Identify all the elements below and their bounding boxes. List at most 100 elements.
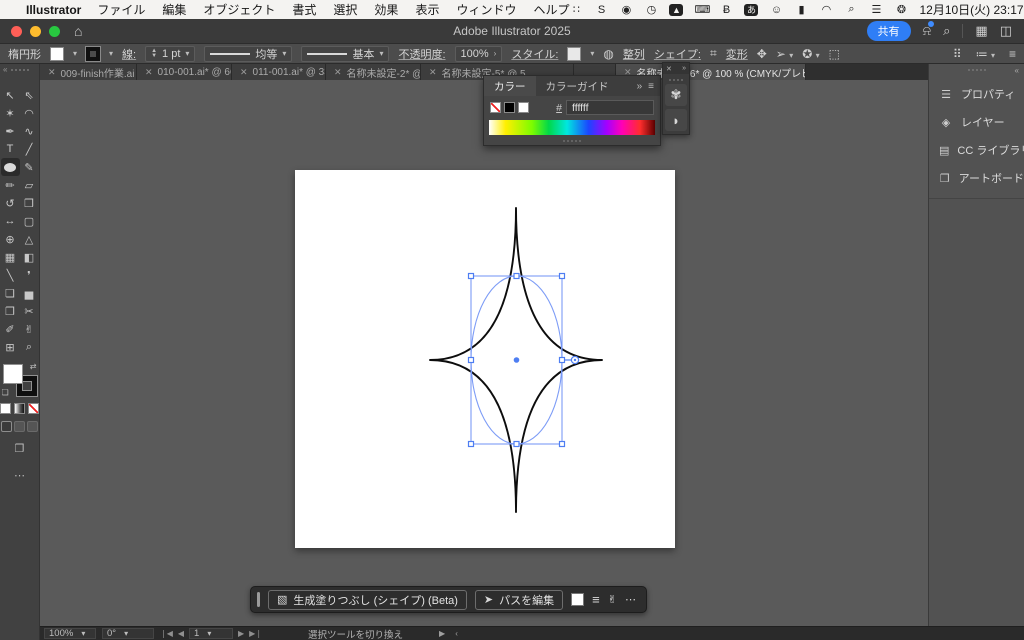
draw-normal-mode[interactable]: [1, 421, 12, 432]
taskbar-hand-icon[interactable]: ✌: [608, 593, 617, 606]
color-spectrum-bar[interactable]: [489, 120, 655, 135]
clock-app-icon[interactable]: ◷: [644, 3, 658, 16]
eyedropper-tool[interactable]: ❜: [20, 266, 39, 284]
constrain-proportions-icon[interactable]: ✥: [757, 47, 767, 61]
toolbar-grip[interactable]: [10, 69, 29, 71]
workspace-icon[interactable]: ▦: [975, 23, 987, 39]
dock-close-icon[interactable]: ✕: [666, 65, 672, 73]
selection-tool[interactable]: ↖: [1, 86, 20, 104]
cc-libraries-panel-button[interactable]: ▤ CC ライブラリ: [929, 136, 1024, 164]
properties-panel-button[interactable]: ☰ プロパティ: [929, 80, 1024, 108]
account-icon[interactable]: ☺: [769, 4, 783, 16]
hex-input[interactable]: ffffff: [566, 100, 654, 115]
eraser-tool[interactable]: ▱: [20, 176, 39, 194]
collapse-toolbar-icon[interactable]: «: [3, 65, 7, 74]
draw-behind-mode[interactable]: [14, 421, 25, 432]
fill-chevron-icon[interactable]: ▾: [73, 49, 77, 58]
free-transform-tool[interactable]: ▢: [20, 212, 39, 230]
control-center-icon[interactable]: ☰: [869, 3, 883, 16]
stroke-color-swatch[interactable]: [85, 45, 102, 62]
panel-toggle-icon[interactable]: ◫: [1000, 23, 1012, 39]
taskbar-drag-handle[interactable]: [257, 592, 260, 607]
panel-menu-icon[interactable]: ≡: [1009, 47, 1016, 61]
gradient-panel-icon[interactable]: ◗: [665, 109, 687, 131]
tab-010-001[interactable]: ✕010-001.ai* @ 66…: [137, 64, 232, 80]
ellipse-tool[interactable]: [0, 158, 20, 176]
select-similar-icon[interactable]: ➢ ▾: [776, 47, 793, 61]
fill-color-swatch[interactable]: [50, 46, 64, 61]
screen-record-icon[interactable]: ◉: [619, 3, 633, 16]
close-tab-icon[interactable]: ✕: [145, 67, 153, 78]
tools-panel-header[interactable]: «: [0, 64, 39, 80]
stroke-stepper[interactable]: ▲ ▼: [151, 48, 157, 59]
bluetooth-icon[interactable]: Ƀ: [719, 4, 733, 16]
close-tab-icon[interactable]: ✕: [240, 67, 248, 78]
symbol-sprayer-tool[interactable]: ❏: [1, 284, 20, 302]
taskbar-list-icon[interactable]: ≡: [592, 592, 600, 607]
isolate-object-icon[interactable]: ⬚: [829, 47, 840, 61]
tab-color-guide[interactable]: カラーガイド: [536, 76, 619, 96]
siri-icon[interactable]: ❂: [894, 3, 908, 16]
menu-help[interactable]: ヘルプ: [533, 1, 569, 18]
expand-dock-icon[interactable]: «: [1015, 66, 1019, 75]
keyboard-icon[interactable]: ⌨: [694, 3, 710, 16]
stroke-profile-select[interactable]: 均等 ▾: [204, 45, 293, 62]
document-setup-icon[interactable]: ◍: [603, 47, 613, 61]
style-swatch[interactable]: [567, 46, 582, 61]
first-artboard-button[interactable]: ❘◀: [160, 629, 173, 638]
minimize-window-button[interactable]: [30, 25, 41, 37]
panel-overflow-icon[interactable]: »: [637, 81, 643, 92]
search-icon[interactable]: ⌕: [943, 23, 950, 39]
last-artboard-button[interactable]: ▶❘: [249, 629, 262, 638]
shape-builder-tool[interactable]: ⊕: [1, 230, 20, 248]
display-icon[interactable]: ▲: [669, 3, 684, 16]
opacity-label[interactable]: 不透明度:: [398, 46, 445, 62]
tab-009-finish[interactable]: ✕009-finish作業.ai …: [40, 64, 137, 80]
close-tab-icon[interactable]: ✕: [334, 67, 342, 78]
taskbar-fill-swatch[interactable]: [571, 593, 585, 606]
next-artboard-button[interactable]: ▶: [238, 629, 244, 638]
close-tab-icon[interactable]: ✕: [429, 67, 437, 78]
swap-fill-stroke-icon[interactable]: ⇄: [30, 362, 37, 371]
spotlight-icon[interactable]: ⌕: [844, 3, 858, 16]
stroke-chevron-icon[interactable]: ▾: [109, 49, 113, 58]
brush-definition-select[interactable]: 基本 ▾: [301, 45, 390, 62]
align-link[interactable]: 整列: [623, 46, 645, 62]
slice-tool[interactable]: ✂: [20, 302, 39, 320]
teams-icon[interactable]: ∷: [569, 3, 583, 16]
status-expand-icon[interactable]: ▶: [439, 629, 445, 638]
rotate-tool[interactable]: ↺: [1, 194, 20, 212]
zoom-tool[interactable]: ⌕: [20, 338, 39, 356]
color-button[interactable]: [0, 403, 11, 414]
right-dock-header[interactable]: «: [929, 64, 1024, 80]
zoom-window-button[interactable]: [49, 25, 60, 37]
style-label[interactable]: スタイル:: [511, 46, 558, 62]
layers-panel-button[interactable]: ◈ レイヤー: [929, 108, 1024, 136]
curvature-tool[interactable]: ∿: [20, 122, 39, 140]
scale-tool[interactable]: ❒: [20, 194, 39, 212]
edit-path-button[interactable]: ➤ パスを編集: [474, 589, 564, 610]
edit-toolbar-icon[interactable]: ⋯: [0, 469, 39, 482]
tab-011-001[interactable]: ✕011-001.ai* @ 33…: [232, 64, 326, 80]
menu-type[interactable]: 書式: [292, 1, 316, 18]
dock-expand-icon[interactable]: »: [682, 65, 686, 72]
app-menu[interactable]: Illustrator: [26, 3, 81, 17]
gradient-tool[interactable]: ◧: [20, 248, 39, 266]
fill-proxy-swatch[interactable]: [2, 364, 23, 384]
shape-widget-icon[interactable]: ⌗: [710, 46, 717, 61]
rotation-select[interactable]: 0° ▾: [102, 628, 154, 639]
color-panel-icon[interactable]: ✾: [665, 84, 687, 106]
blob-brush-tool[interactable]: ✐: [1, 320, 20, 338]
prev-artboard-button[interactable]: ◀: [178, 629, 184, 638]
draw-inside-mode[interactable]: [27, 421, 38, 432]
menu-select[interactable]: 選択: [333, 1, 357, 18]
mesh-tool[interactable]: ▦: [1, 248, 20, 266]
dock-grip[interactable]: [663, 74, 689, 81]
menu-edit[interactable]: 編集: [162, 1, 186, 18]
gradient-button[interactable]: [14, 403, 25, 414]
magic-wand-tool[interactable]: ✶: [1, 104, 20, 122]
style-chevron-icon[interactable]: ▾: [590, 49, 594, 58]
menu-object[interactable]: オブジェクト: [203, 1, 275, 18]
menubar-clock[interactable]: 12月10日(火) 23:17: [919, 1, 1023, 18]
print-tiling-tool[interactable]: ⊞: [1, 338, 20, 356]
